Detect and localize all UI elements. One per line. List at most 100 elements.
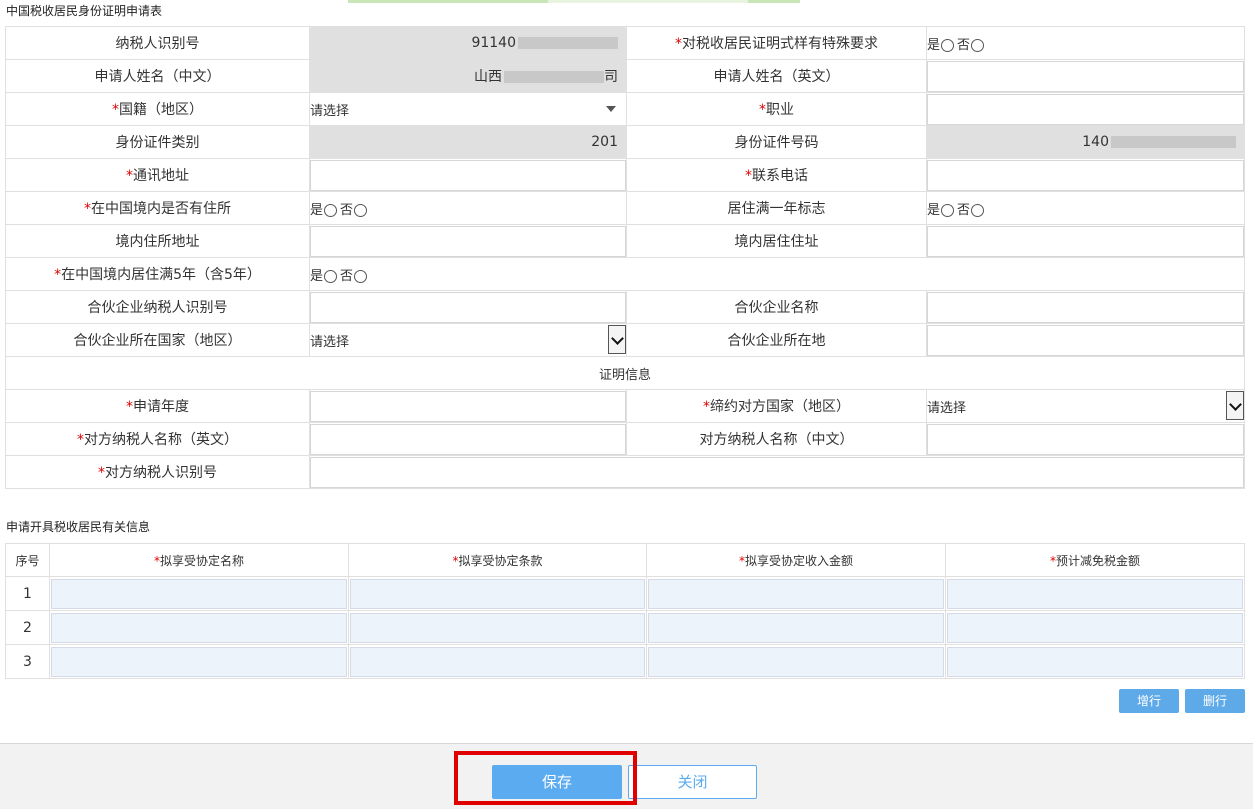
tax-relief-input[interactable] bbox=[947, 578, 1243, 609]
other-id-input[interactable] bbox=[310, 456, 1244, 488]
income-amount-input[interactable] bbox=[648, 578, 944, 609]
row-index: 1 bbox=[5, 576, 50, 611]
other-name-en-cell bbox=[309, 422, 627, 456]
redaction-mask bbox=[504, 71, 604, 83]
form-row: *国籍（地区） 请选择 *职业 bbox=[5, 92, 1245, 126]
radio-no[interactable] bbox=[971, 203, 985, 217]
application-year-label: *申请年度 bbox=[5, 389, 310, 423]
form-row: *通讯地址 *联系电话 bbox=[5, 158, 1245, 192]
table-cell bbox=[646, 610, 946, 645]
address-input[interactable] bbox=[310, 159, 626, 191]
treaty-name-input[interactable] bbox=[51, 578, 347, 609]
name-cn-suffix: 司 bbox=[604, 69, 618, 85]
id-type-label: 身份证件类别 bbox=[5, 125, 310, 159]
domicile-text: 在中国境内是否有住所 bbox=[91, 201, 231, 217]
column-header-text: 拟享受协定条款 bbox=[458, 553, 543, 568]
application-year-input[interactable] bbox=[310, 390, 626, 422]
five-years-radio-group: 是否 bbox=[309, 257, 1245, 291]
radio-yes[interactable] bbox=[324, 203, 338, 217]
taxpayer-id-value: 91140 bbox=[471, 35, 516, 51]
form-row: 纳税人识别号 91140 *对税收居民证明式样有特殊要求 是否 bbox=[5, 26, 1245, 60]
domicile-address-input[interactable] bbox=[310, 225, 626, 257]
phone-cell bbox=[926, 158, 1245, 192]
close-button[interactable]: 关闭 bbox=[628, 765, 757, 799]
table-cell bbox=[646, 576, 946, 611]
certificate-section-title: 证明信息 bbox=[5, 356, 1245, 390]
partner-location-input[interactable] bbox=[927, 324, 1244, 356]
table-cell bbox=[348, 610, 647, 645]
radio-no[interactable] bbox=[971, 38, 985, 52]
radio-no-label: 否 bbox=[957, 37, 971, 53]
partner-name-input[interactable] bbox=[927, 291, 1244, 323]
table-cell bbox=[945, 644, 1245, 679]
id-number-field: 140 bbox=[926, 125, 1245, 159]
name-cn-prefix: 山西 bbox=[474, 69, 502, 85]
treaty-clause-input[interactable] bbox=[350, 646, 645, 677]
required-mark: * bbox=[84, 201, 91, 217]
chevron-down-icon bbox=[1228, 398, 1242, 411]
redaction-mask bbox=[518, 37, 618, 49]
table-cell bbox=[49, 610, 349, 645]
radio-no[interactable] bbox=[354, 269, 368, 283]
other-id-cell bbox=[309, 455, 1245, 489]
required-mark: * bbox=[745, 168, 752, 184]
required-mark: * bbox=[759, 102, 766, 118]
required-mark: * bbox=[126, 168, 133, 184]
form-row: 境内住所地址 境内居住住址 bbox=[5, 224, 1245, 258]
certificate-section-row: 证明信息 bbox=[5, 356, 1245, 390]
form-row: 合伙企业纳税人识别号 合伙企业名称 bbox=[5, 290, 1245, 324]
highlight-box bbox=[454, 751, 637, 805]
treaty-name-input[interactable] bbox=[51, 646, 347, 677]
column-header-text: 拟享受协定名称 bbox=[159, 553, 244, 568]
tax-relief-input[interactable] bbox=[947, 646, 1243, 677]
name-en-input[interactable] bbox=[927, 60, 1244, 92]
address-text: 通讯地址 bbox=[133, 168, 189, 184]
radio-yes[interactable] bbox=[941, 38, 955, 52]
partner-country-select[interactable]: 请选择 bbox=[309, 323, 627, 357]
address-cell bbox=[309, 158, 627, 192]
address-label: *通讯地址 bbox=[5, 158, 310, 192]
table-cell bbox=[348, 644, 647, 679]
domicile-label: *在中国境内是否有住所 bbox=[5, 191, 310, 225]
add-row-button[interactable]: 增行 bbox=[1119, 689, 1179, 713]
nationality-select[interactable]: 请选择 bbox=[309, 92, 627, 126]
dropdown-button[interactable] bbox=[608, 325, 626, 354]
other-name-en-text: 对方纳税人名称（英文） bbox=[84, 432, 238, 448]
income-amount-input[interactable] bbox=[648, 612, 944, 643]
domicile-address-cell bbox=[309, 224, 627, 258]
radio-yes-label: 是 bbox=[310, 268, 324, 284]
occupation-input[interactable] bbox=[927, 93, 1244, 125]
partner-location-cell bbox=[926, 323, 1245, 357]
treaty-name-input[interactable] bbox=[51, 612, 347, 643]
radio-yes[interactable] bbox=[324, 269, 338, 283]
top-tab-segment bbox=[548, 0, 748, 3]
special-requirement-text: 对税收居民证明式样有特殊要求 bbox=[682, 36, 878, 52]
radio-yes[interactable] bbox=[941, 203, 955, 217]
one-year-radio-group: 是否 bbox=[926, 191, 1245, 225]
partner-id-label: 合伙企业纳税人识别号 bbox=[5, 290, 310, 324]
form-row: *在中国境内是否有住所 是否 居住满一年标志 是否 bbox=[5, 191, 1245, 225]
delete-row-button[interactable]: 删行 bbox=[1185, 689, 1245, 713]
radio-no-label: 否 bbox=[957, 202, 971, 218]
special-requirement-radio-group: 是否 bbox=[926, 26, 1245, 60]
treaty-clause-input[interactable] bbox=[350, 578, 645, 609]
table-cell bbox=[49, 644, 349, 679]
column-header-text: 拟享受协定收入金额 bbox=[744, 553, 853, 568]
treaty-country-select[interactable]: 请选择 bbox=[926, 389, 1245, 423]
residence-address-input[interactable] bbox=[927, 225, 1244, 257]
radio-no[interactable] bbox=[354, 203, 368, 217]
dropdown-button[interactable] bbox=[1226, 391, 1244, 420]
partner-id-input[interactable] bbox=[310, 291, 626, 323]
tax-relief-input[interactable] bbox=[947, 612, 1243, 643]
occupation-cell bbox=[926, 92, 1245, 126]
income-amount-input[interactable] bbox=[648, 646, 944, 677]
treaty-country-label: *缔约对方国家（地区） bbox=[626, 389, 927, 423]
other-name-cn-input[interactable] bbox=[927, 423, 1244, 455]
form-row: *对方纳税人名称（英文） 对方纳税人名称（中文） bbox=[5, 422, 1245, 456]
treaty-clause-input[interactable] bbox=[350, 612, 645, 643]
phone-input[interactable] bbox=[927, 159, 1244, 191]
column-header-tax-relief: *预计减免税金额 bbox=[945, 543, 1245, 577]
partner-country-select-value: 请选择 bbox=[310, 334, 350, 350]
other-name-en-input[interactable] bbox=[310, 423, 626, 455]
row-index: 3 bbox=[5, 644, 50, 679]
